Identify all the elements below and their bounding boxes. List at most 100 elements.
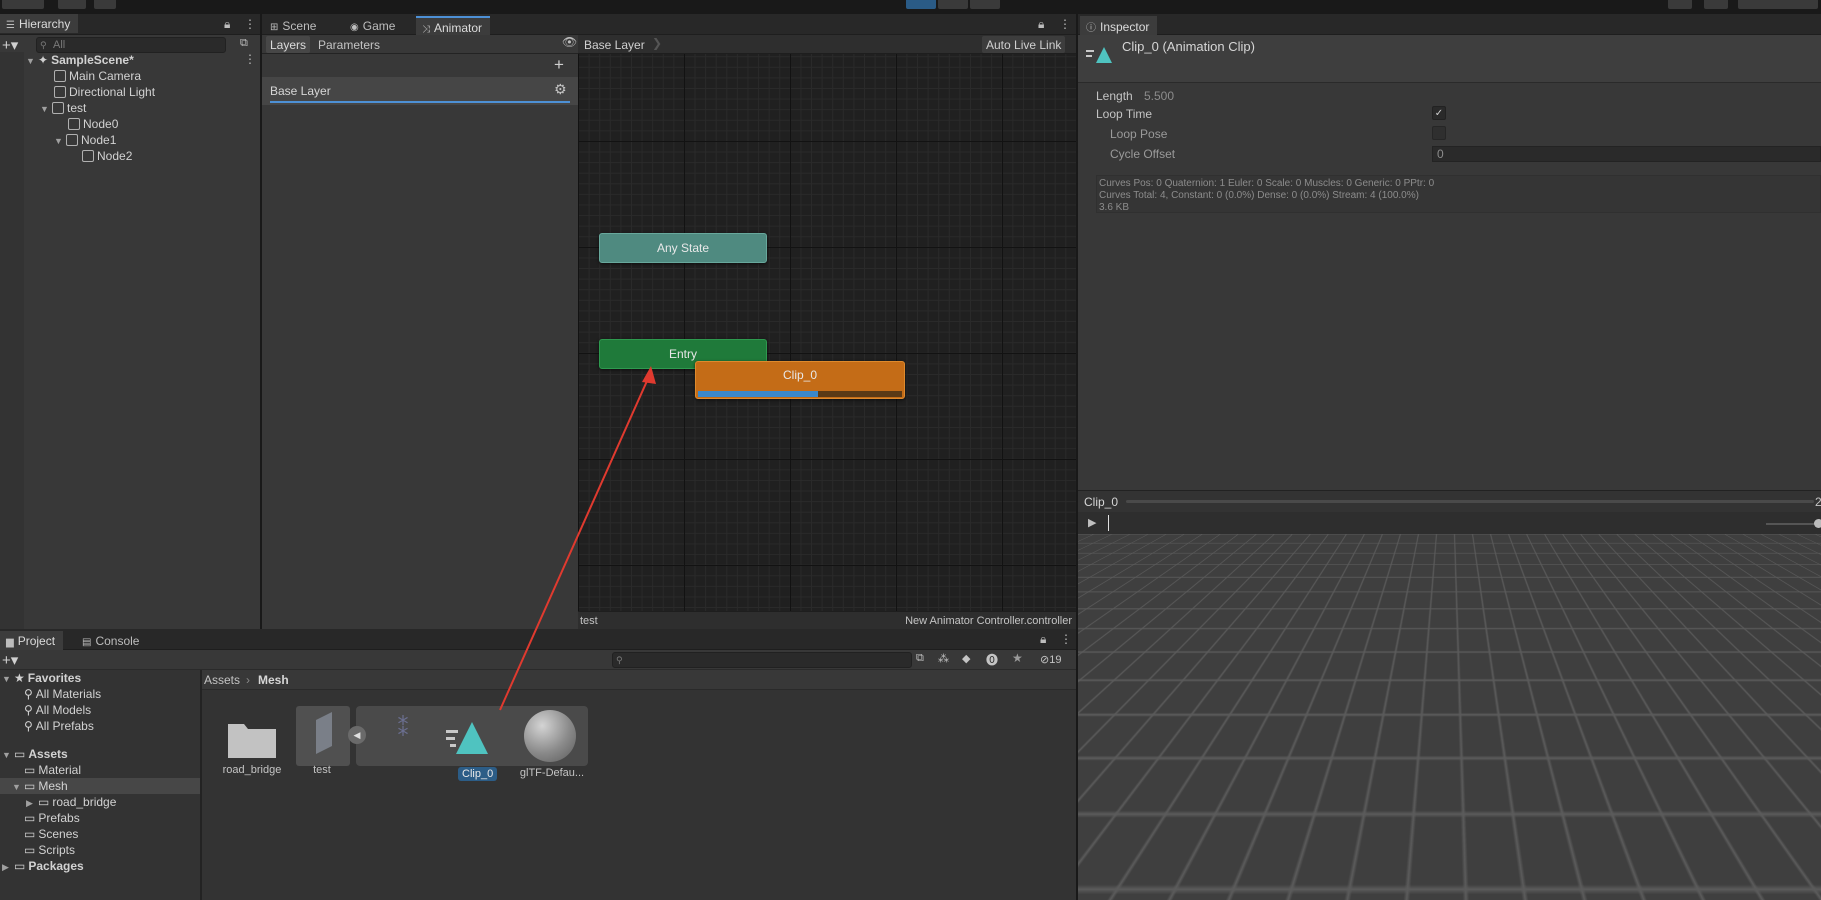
expand-arrow-icon[interactable]: ▼ — [26, 53, 38, 69]
lock-icon[interactable]: 🔒︎ — [1038, 17, 1044, 32]
preview-timeline-cursor[interactable] — [1108, 515, 1109, 531]
hierarchy-item-node0[interactable]: Node0 — [68, 116, 118, 132]
tab-project[interactable]: ▆ Project — [0, 631, 64, 650]
pause-button[interactable] — [938, 0, 968, 9]
star-icon[interactable]: ★ — [1012, 651, 1023, 665]
preview-speed-handle[interactable] — [1814, 519, 1821, 528]
collapse-arrow-icon[interactable]: ▶ — [26, 795, 38, 811]
tree-folder-scripts[interactable]: ▭ Scripts — [24, 842, 75, 858]
asset-clip-0-label[interactable]: Clip_0 — [458, 767, 498, 781]
kebab-menu-icon[interactable]: ⋮ — [1059, 17, 1071, 31]
subtab-parameters[interactable]: Parameters — [314, 36, 384, 53]
tab-hierarchy[interactable]: ☰ Hierarchy — [0, 14, 79, 33]
asset-gltf-default-label[interactable]: glTF-Defau... — [514, 767, 590, 779]
folder-icon: ▭ — [38, 795, 50, 809]
lock-icon[interactable]: 🔒︎ — [1040, 632, 1046, 647]
tree-folder-material[interactable]: ▭ Material — [24, 762, 81, 778]
tree-fav-all-materials[interactable]: ⚲ All Materials — [24, 686, 101, 702]
tab-animator[interactable]: ⤨ Animator — [416, 16, 491, 35]
hierarchy-item-node2[interactable]: Node2 — [82, 148, 132, 164]
project-search-input[interactable]: ⚲ — [612, 652, 912, 668]
loop-pose-checkbox[interactable] — [1432, 126, 1446, 140]
breadcrumb-base-layer[interactable]: Base Layer — [584, 38, 645, 52]
history-button[interactable] — [1668, 0, 1692, 9]
warning-filter-icon[interactable]: ⓿ — [986, 651, 998, 668]
layer-row-base[interactable]: Base Layer ⚙ — [262, 77, 578, 105]
asset-road-bridge[interactable]: road_bridge — [216, 706, 288, 790]
asset-clip-0[interactable] — [442, 714, 494, 762]
scene-menu-icon[interactable]: ⋮ — [244, 52, 256, 66]
add-icon[interactable]: +▾ — [2, 651, 18, 669]
expand-arrow-icon[interactable]: ▼ — [40, 101, 52, 117]
state-any[interactable]: Any State — [599, 233, 767, 263]
tree-folder-scenes[interactable]: ▭ Scenes — [24, 826, 78, 842]
add-layer-icon[interactable]: + — [554, 55, 564, 75]
expand-arrow-icon[interactable]: ▼ — [54, 133, 66, 149]
scene-visibility-icon[interactable]: ⧉ — [240, 37, 248, 50]
hierarchy-item-test[interactable]: ▼ test — [40, 100, 86, 116]
preview-viewport[interactable] — [1078, 534, 1821, 900]
loop-time-checkbox[interactable]: ✓ — [1432, 106, 1446, 120]
hierarchy-item-directional-light[interactable]: Directional Light — [54, 84, 155, 100]
expand-arrow-icon[interactable]: ▼ — [2, 671, 14, 687]
preview-play-icon[interactable]: ▶ — [1088, 516, 1096, 529]
star-icon: ★ — [14, 671, 25, 685]
collapse-subassets-icon[interactable]: ◀ — [348, 726, 366, 744]
layers-dropdown[interactable] — [1738, 0, 1818, 9]
type-filter-icon[interactable]: ⁂ — [938, 652, 949, 665]
gear-icon[interactable]: ⚙ — [554, 81, 567, 98]
tab-console[interactable]: ▤ Console — [76, 631, 147, 650]
console-icon: ▤ — [82, 637, 92, 648]
tab-game[interactable]: ◉ Game — [344, 16, 403, 35]
animator-graph[interactable]: Base Layer ❯ Auto Live Link Any State En… — [578, 35, 1076, 629]
tree-packages[interactable]: ▶ ▭ Packages — [2, 858, 84, 874]
breadcrumb-assets[interactable]: Assets — [204, 673, 240, 687]
expand-arrow-icon[interactable]: ▼ — [12, 779, 24, 795]
account-button[interactable] — [2, 0, 44, 9]
tree-folder-mesh[interactable]: ▼ ▭ Mesh — [12, 778, 68, 794]
asset-browser: Assets › Mesh road_bridge test ◀ ⁑ Clip_… — [202, 670, 1076, 900]
play-button[interactable] — [906, 0, 936, 9]
cloud-button[interactable] — [94, 0, 116, 9]
preview-divider-slider[interactable] — [1126, 500, 1814, 503]
tree-folder-prefabs[interactable]: ▭ Prefabs — [24, 810, 80, 826]
search-button[interactable] — [1704, 0, 1728, 9]
material-sphere-icon[interactable] — [524, 710, 576, 762]
expand-arrow-icon[interactable]: ▼ — [2, 747, 14, 763]
tab-inspector[interactable]: ⓘ Inspector — [1080, 16, 1158, 35]
subtab-layers[interactable]: Layers — [266, 36, 311, 53]
auto-live-link-button[interactable]: Auto Live Link — [982, 36, 1066, 53]
tree-fav-all-prefabs[interactable]: ⚲ All Prefabs — [24, 718, 94, 734]
scene-row[interactable]: ▼ ✦ SampleScene* — [26, 52, 134, 68]
folder-open-icon: ▭ — [24, 779, 36, 793]
collab-button[interactable] — [58, 0, 86, 9]
hierarchy-item-main-camera[interactable]: Main Camera — [54, 68, 141, 84]
tab-scene[interactable]: ⊞ Scene — [264, 16, 324, 35]
collapse-arrow-icon[interactable]: ▶ — [2, 859, 14, 875]
gameobject-icon — [68, 118, 80, 130]
breadcrumb-mesh[interactable]: Mesh — [258, 673, 289, 687]
asset-test[interactable]: test — [292, 706, 352, 790]
eye-icon[interactable]: 👁︎ — [562, 35, 577, 49]
save-search-icon[interactable]: ⧉ — [916, 652, 924, 665]
plane-thumbnail-icon — [316, 712, 332, 754]
tree-assets[interactable]: ▼ ▭ Assets — [2, 746, 68, 762]
lock-icon[interactable]: 🔒︎ — [224, 17, 230, 32]
hidden-packages-toggle[interactable]: ⊘19 — [1040, 653, 1061, 666]
label-filter-icon[interactable]: ◆ — [962, 652, 970, 665]
cycle-offset-field[interactable]: 0 — [1432, 146, 1821, 162]
kebab-menu-icon[interactable]: ⋮ — [1060, 632, 1072, 646]
hierarchy-search-input[interactable]: ⚲ All — [36, 37, 226, 53]
folder-open-icon: ▭ — [14, 747, 26, 761]
tree-folder-road-bridge[interactable]: ▶ ▭ road_bridge — [26, 794, 116, 810]
tree-fav-all-models[interactable]: ⚲ All Models — [24, 702, 91, 718]
avatar-mesh-icon[interactable]: ⁑ — [386, 716, 420, 756]
tree-favorites[interactable]: ▼ ★ Favorites — [2, 670, 81, 686]
length-value: 5.500 — [1144, 89, 1175, 103]
step-button[interactable] — [970, 0, 1000, 9]
gameobject-icon — [54, 70, 66, 82]
preview-speed-slider[interactable] — [1766, 523, 1816, 525]
kebab-menu-icon[interactable]: ⋮ — [244, 17, 256, 31]
state-clip[interactable]: Clip_0 — [695, 361, 905, 399]
hierarchy-item-node1[interactable]: ▼ Node1 — [54, 132, 116, 148]
